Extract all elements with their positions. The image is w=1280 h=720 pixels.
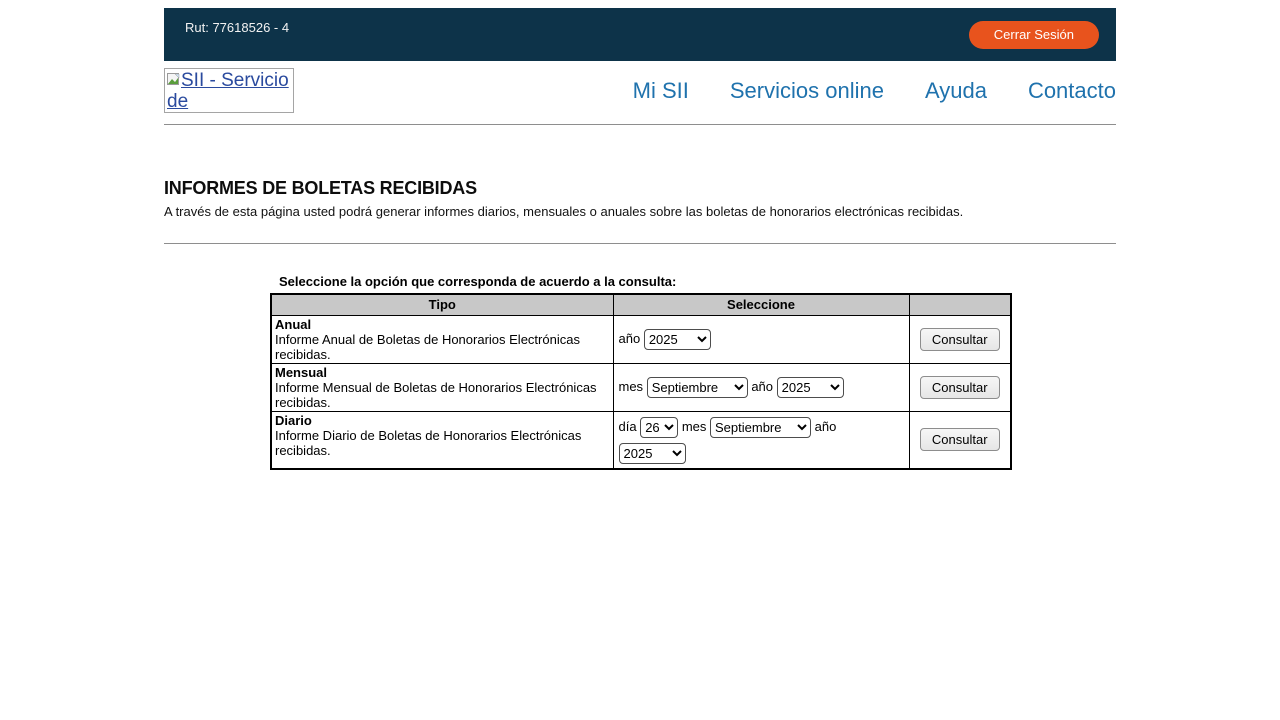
page-subtitle: A través de esta página usted podrá gene… [164,204,1116,219]
mensual-month-label: mes [619,379,644,394]
mensual-year-label: año [751,379,773,394]
anual-controls-cell: año 2025 [613,315,909,363]
diario-day-label: día [619,419,637,434]
table-row-mensual: Mensual Informe Mensual de Boletas de Ho… [271,363,1011,411]
nav-servicios-online[interactable]: Servicios online [730,78,884,104]
mensual-controls-cell: mes Septiembre año 2025 [613,363,909,411]
diario-controls-cell: día 26 mes Septiembre año 2025 [613,411,909,469]
header-divider [164,124,1116,125]
mensual-consultar-button[interactable]: Consultar [920,376,1000,399]
content-divider [164,243,1116,244]
column-header-tipo: Tipo [271,294,613,315]
nav-ayuda[interactable]: Ayuda [925,78,987,104]
logout-button[interactable]: Cerrar Sesión [969,21,1099,49]
anual-description: Informe Anual de Boletas de Honorarios E… [275,332,580,362]
sii-logo-broken-image[interactable]: SII - Servicio de [164,68,294,113]
mensual-type-cell: Mensual Informe Mensual de Boletas de Ho… [271,363,613,411]
column-header-action [909,294,1011,315]
diario-type-label: Diario [275,413,610,428]
broken-image-icon [167,73,180,91]
diario-month-select[interactable]: Septiembre [710,417,811,438]
main-nav: Mi SII Servicios online Ayuda Contacto [633,78,1116,104]
anual-type-label: Anual [275,317,610,332]
diario-day-select[interactable]: 26 [640,417,678,438]
anual-action-cell: Consultar [909,315,1011,363]
report-options-table: Tipo Seleccione Anual Informe Anual de B… [270,293,1012,470]
site-header: SII - Servicio de Mi SII Servicios onlin… [164,68,1116,113]
anual-type-cell: Anual Informe Anual de Boletas de Honora… [271,315,613,363]
table-row-diario: Diario Informe Diario de Boletas de Hono… [271,411,1011,469]
logo-alt-text: SII - Servicio de [167,70,289,112]
mensual-action-cell: Consultar [909,363,1011,411]
session-bar: Rut: 77618526 - 4 Cerrar Sesión [164,8,1116,61]
anual-consultar-button[interactable]: Consultar [920,328,1000,351]
page-title: INFORMES DE BOLETAS RECIBIDAS [164,178,1116,199]
diario-description: Informe Diario de Boletas de Honorarios … [275,428,581,458]
diario-type-cell: Diario Informe Diario de Boletas de Hono… [271,411,613,469]
anual-year-select[interactable]: 2025 [644,329,711,350]
mensual-type-label: Mensual [275,365,610,380]
nav-contacto[interactable]: Contacto [1028,78,1116,104]
mensual-month-select[interactable]: Septiembre [647,377,748,398]
selection-prompt: Seleccione la opción que corresponda de … [279,274,1116,289]
rut-label: Rut: 77618526 - 4 [185,20,289,61]
mensual-description: Informe Mensual de Boletas de Honorarios… [275,380,597,410]
table-row-anual: Anual Informe Anual de Boletas de Honora… [271,315,1011,363]
diario-consultar-button[interactable]: Consultar [920,428,1000,451]
diario-action-cell: Consultar [909,411,1011,469]
diario-year-select[interactable]: 2025 [619,443,686,464]
diario-month-label: mes [682,419,707,434]
page-container: Rut: 77618526 - 4 Cerrar Sesión SII - Se… [164,8,1116,470]
column-header-seleccione: Seleccione [613,294,909,315]
diario-year-label: año [815,419,837,434]
anual-year-label: año [619,331,641,346]
mensual-year-select[interactable]: 2025 [777,377,844,398]
table-header-row: Tipo Seleccione [271,294,1011,315]
nav-mi-sii[interactable]: Mi SII [633,78,689,104]
